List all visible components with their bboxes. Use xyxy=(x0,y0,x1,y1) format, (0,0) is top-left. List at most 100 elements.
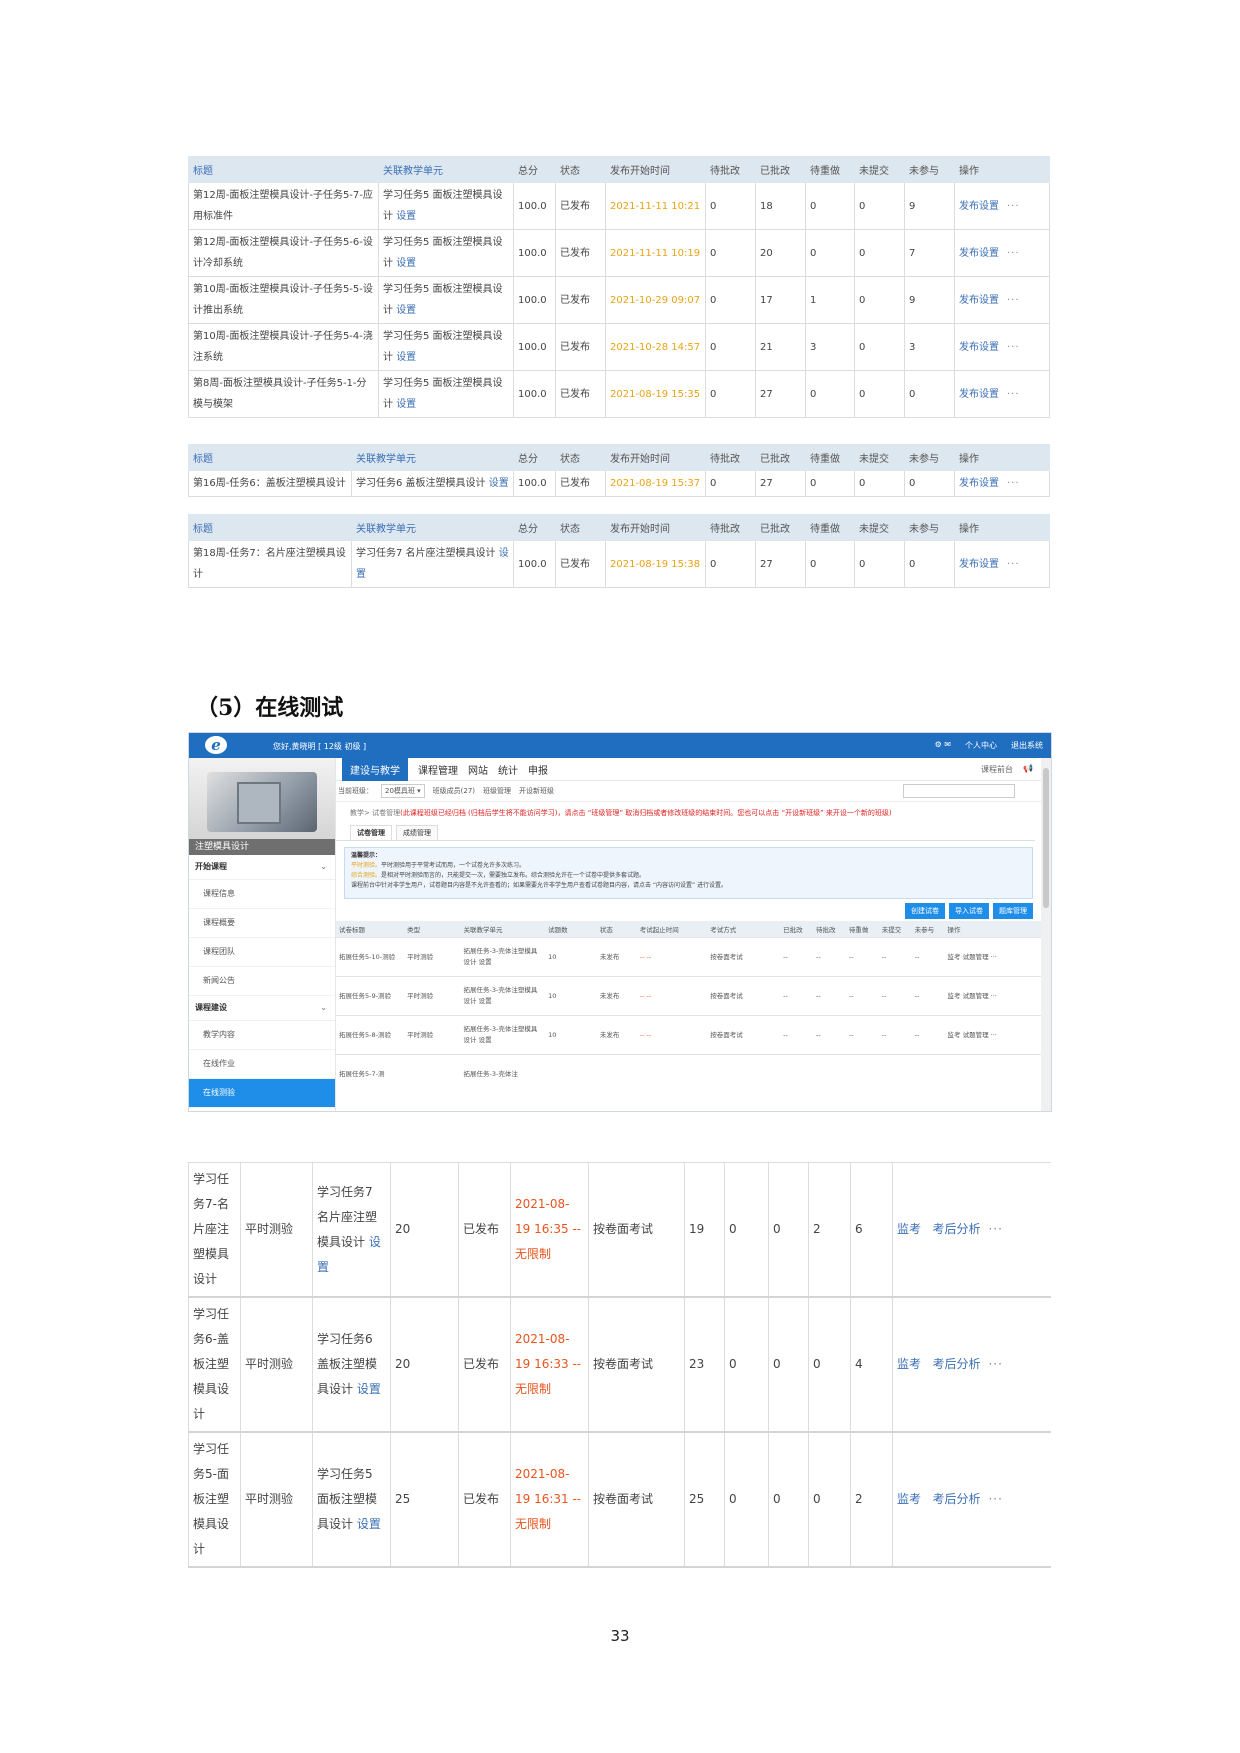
paper-title-link[interactable]: 拓展任务5-8-测验 xyxy=(336,1015,405,1055)
homework-table-3: 标题 关联教学单元 总分 状态 发布开始时间 待批改 已批改 待重做 未提交 未参与 操作 第18周… xyxy=(188,514,1050,588)
column-header: 待批改 xyxy=(705,444,756,471)
sidebar-group[interactable]: 课程建设 ⌄ xyxy=(189,996,335,1021)
create-paper-button[interactable]: 创建试卷 xyxy=(905,903,945,919)
sidebar-item[interactable]: 新闻公告 xyxy=(189,967,335,996)
sidebar-item[interactable]: 课程团队 xyxy=(189,938,335,967)
paper-type: 平时测验 xyxy=(404,976,461,1016)
paper-actions[interactable]: 监考 试题管理 ··· xyxy=(944,976,1041,1016)
sidebar-group[interactable]: 开始课程 ⌄ xyxy=(189,855,335,880)
sidebar-item[interactable]: 在线作业 xyxy=(189,1050,335,1079)
test-title-link[interactable]: 学习任务6-盖板注塑模具设计 xyxy=(188,1297,241,1433)
publish-settings-link[interactable]: 发布设置 xyxy=(959,389,999,400)
publish-settings-link[interactable]: 发布设置 xyxy=(959,478,999,489)
test-title-link[interactable]: 学习任务5-面板注塑模具设计 xyxy=(188,1432,241,1568)
nav-website[interactable]: 网站 xyxy=(468,762,488,777)
import-paper-button[interactable]: 导入试卷 xyxy=(949,903,989,919)
class-select[interactable]: 20模具班 ▾ xyxy=(381,784,425,798)
publish-settings-link[interactable]: 发布设置 xyxy=(959,342,999,353)
exam-time: 2021-08-19 16:33 -- 无限制 xyxy=(510,1297,589,1433)
nav-build-teach[interactable]: 建设与教学 xyxy=(342,757,408,781)
count-a[interactable]: 25 xyxy=(684,1432,725,1568)
paper-actions[interactable]: 监考 试题管理 ··· xyxy=(944,1015,1041,1055)
actions-cell: 发布设置 ··· xyxy=(954,470,1050,497)
post-exam-analysis-link[interactable]: 考后分析 xyxy=(932,1222,980,1236)
count-a: 0 xyxy=(705,370,756,418)
count-e: 6 xyxy=(850,1162,893,1298)
paper-unit: 拓展任务-3-壳体注塑模具设计 设置 xyxy=(460,976,546,1016)
settings-icon[interactable]: ⚙ ✉ xyxy=(935,740,951,751)
publish-settings-link[interactable]: 发布设置 xyxy=(959,201,999,212)
actions-cell: 发布设置 ··· xyxy=(954,182,1050,230)
sidebar-item[interactable]: 课程信息 xyxy=(189,880,335,909)
new-class-link[interactable]: 开设新班级 xyxy=(519,786,554,796)
nav-course-manage[interactable]: 课程管理 xyxy=(418,762,458,777)
table-row: 拓展任务5-9-测验 平时测验 拓展任务-3-壳体注塑模具设计 设置 10 未发布 -- … xyxy=(336,976,1041,1016)
scrollbar[interactable] xyxy=(1041,758,1051,1111)
more-icon[interactable]: ··· xyxy=(988,1357,1002,1371)
publish-settings-link[interactable]: 发布设置 xyxy=(959,248,999,259)
exam-mode xyxy=(707,1054,781,1093)
more-icon[interactable]: ··· xyxy=(1007,342,1020,353)
class-manage-link[interactable]: 班级管理 xyxy=(483,786,511,796)
publish-time: 2021-10-28 14:57 xyxy=(605,323,706,371)
more-icon[interactable]: ··· xyxy=(1007,559,1020,570)
paper-type: 平时测验 xyxy=(404,1015,461,1055)
paper-title-link[interactable]: 拓展任务5-10-测验 xyxy=(336,937,405,977)
count-cell: -- xyxy=(780,937,813,977)
sidebar-item[interactable]: 教学内容 xyxy=(189,1021,335,1050)
post-exam-analysis-link[interactable]: 考后分析 xyxy=(932,1357,980,1371)
unit-settings-link[interactable]: 设置 xyxy=(396,352,416,363)
publish-settings-link[interactable]: 发布设置 xyxy=(959,559,999,570)
more-icon[interactable]: ··· xyxy=(1007,478,1020,489)
more-icon[interactable]: ··· xyxy=(988,1222,1002,1236)
more-icon[interactable]: ··· xyxy=(1007,295,1020,306)
count-d: 0 xyxy=(808,1297,851,1433)
count-cell: -- xyxy=(845,937,879,977)
count-a[interactable]: 23 xyxy=(684,1297,725,1433)
paper-actions[interactable] xyxy=(944,1054,1041,1093)
column-header: 标题 xyxy=(188,444,352,471)
more-icon[interactable]: ··· xyxy=(1007,201,1020,212)
homework-title: 第10周-面板注塑模具设计-子任务5-5-设计推出系统 xyxy=(188,276,379,324)
proctor-link[interactable]: 监考 xyxy=(897,1357,921,1371)
column-header: 状态 xyxy=(555,156,606,183)
column-header: 未提交 xyxy=(878,921,912,938)
unit-settings-link[interactable]: 设置 xyxy=(396,211,416,222)
breadcrumb: 教学> 试卷管理(此课程班级已经归档 (归档后学生将不能访问学习)，请点击 “班… xyxy=(350,809,892,817)
personal-center-link[interactable]: 个人中心 xyxy=(965,740,997,751)
unit-settings-link[interactable]: 设置 xyxy=(396,258,416,269)
count-c: 0 xyxy=(768,1162,809,1298)
megaphone-icon[interactable]: 📢 xyxy=(1023,764,1033,775)
unit-settings-link[interactable]: 设置 xyxy=(396,399,416,410)
proctor-link[interactable]: 监考 xyxy=(897,1492,921,1506)
more-icon[interactable]: ··· xyxy=(1007,248,1020,259)
publish-settings-link[interactable]: 发布设置 xyxy=(959,295,999,306)
paper-title-link[interactable]: 拓展任务5-9-测验 xyxy=(336,976,405,1016)
unit-settings-link[interactable]: 设置 xyxy=(489,478,509,489)
sidebar-item[interactable]: 课程概要 xyxy=(189,909,335,938)
test-title-link[interactable]: 学习任务7-名片座注塑模具设计 xyxy=(188,1162,241,1298)
paper-actions[interactable]: 监考 试题管理 ··· xyxy=(944,937,1041,977)
nav-declare[interactable]: 申报 xyxy=(528,762,548,777)
unit-settings-link[interactable]: 设置 xyxy=(357,1517,381,1531)
tip-title: 温馨提示： xyxy=(351,852,382,859)
unit-settings-link[interactable]: 设置 xyxy=(396,305,416,316)
tab-score-manage[interactable]: 成绩管理 xyxy=(396,825,438,840)
unit-settings-link[interactable]: 设置 xyxy=(357,1382,381,1396)
more-icon[interactable]: ··· xyxy=(988,1492,1002,1506)
count-b: 27 xyxy=(755,470,806,497)
proctor-link[interactable]: 监考 xyxy=(897,1222,921,1236)
course-front-link[interactable]: 课程前台 xyxy=(981,764,1013,775)
question-bank-button[interactable]: 题库管理 xyxy=(993,903,1033,919)
more-icon[interactable]: ··· xyxy=(1007,389,1020,400)
post-exam-analysis-link[interactable]: 考后分析 xyxy=(932,1492,980,1506)
search-input[interactable] xyxy=(903,784,1015,798)
count-a[interactable]: 19 xyxy=(684,1162,725,1298)
class-members-link[interactable]: 班级成员(27) xyxy=(433,786,475,796)
paper-title-link[interactable]: 拓展任务5-7-测 xyxy=(336,1054,405,1093)
tab-paper-manage[interactable]: 试卷管理 xyxy=(350,825,392,840)
sidebar-item[interactable]: 在线测验 xyxy=(189,1079,335,1108)
status-badge: 未发布 xyxy=(596,1015,637,1055)
logout-link[interactable]: 退出系统 xyxy=(1011,740,1043,751)
nav-stats[interactable]: 统计 xyxy=(498,762,518,777)
